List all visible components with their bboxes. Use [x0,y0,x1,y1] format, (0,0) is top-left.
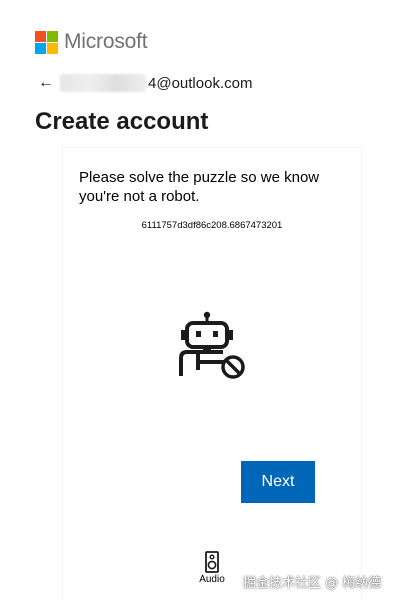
captcha-session-token: 6111757d3df86c208.6867473201 [141,220,283,231]
microsoft-logo: Microsoft [35,30,148,54]
redacted-email-prefix [60,74,146,92]
next-button[interactable]: Next [241,461,315,503]
logo-square-red [35,30,46,42]
captcha-prompt: Please solve the puzzle so we know you'r… [79,169,320,205]
signup-page: Microsoft ← 4@outlook.com Create account… [0,0,415,605]
arrow-left-icon[interactable]: ← [38,75,56,91]
logo-square-yellow [47,42,58,54]
watermark: 掘金技术社区 @ 梅纳德 [243,576,382,591]
audio-label: Audio [199,574,225,585]
robot-blocked-icon [179,310,247,382]
audio-challenge-button[interactable]: Audio [195,551,229,585]
captcha-panel: Please solve the puzzle so we know you'r… [62,147,362,600]
email-address: 4@outlook.com [148,74,253,92]
identity-banner: ← 4@outlook.com [38,72,252,94]
logo-square-blue [35,42,46,54]
logo-square-green [47,30,58,42]
page-title: Create account [35,108,209,135]
microsoft-logo-icon [35,30,58,54]
brand-name: Microsoft [64,30,148,53]
speaker-icon [205,551,219,573]
